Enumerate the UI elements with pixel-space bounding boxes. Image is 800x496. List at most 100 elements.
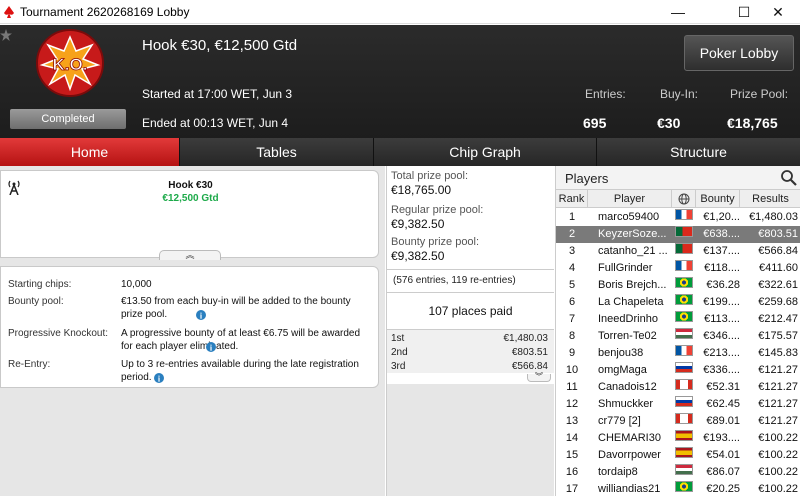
chevron-up-icon: ︽ bbox=[185, 250, 195, 260]
player-result: €212.47 bbox=[758, 313, 798, 325]
player-result: €121.27 bbox=[758, 381, 798, 393]
player-row[interactable]: 6 La Chapeleta €199.... €259.68 bbox=[556, 294, 800, 311]
player-rank: 9 bbox=[568, 347, 576, 359]
country-flag-icon bbox=[675, 430, 693, 441]
player-result: €259.68 bbox=[758, 296, 798, 308]
info-icon[interactable]: i bbox=[196, 310, 206, 320]
total-prize-label: Total prize pool: bbox=[391, 170, 469, 182]
card-guarantee: €12,500 Gtd bbox=[162, 193, 219, 204]
column-rank[interactable]: Rank bbox=[556, 190, 588, 208]
player-rank: 5 bbox=[568, 279, 576, 291]
country-flag-icon bbox=[675, 294, 693, 305]
player-bounty: €118.... bbox=[704, 262, 740, 274]
player-bounty: €1,20... bbox=[703, 211, 740, 223]
expand-payouts-button[interactable]: ︾ bbox=[527, 373, 551, 382]
player-name: williandias21 bbox=[598, 483, 661, 495]
player-bounty: €86.07 bbox=[706, 466, 740, 478]
window-title: Tournament 2620268169 Lobby bbox=[20, 5, 190, 19]
player-bounty: €89.01 bbox=[706, 415, 740, 427]
player-bounty: €36.28 bbox=[706, 279, 740, 291]
payout-place: 1st bbox=[391, 333, 405, 344]
player-row[interactable]: 14 CHEMARI30 €193.... €100.22 bbox=[556, 430, 800, 447]
player-row[interactable]: 7 IneedDrinho €113.... €212.47 bbox=[556, 311, 800, 328]
player-result: €121.27 bbox=[758, 415, 798, 427]
player-result: €100.22 bbox=[758, 466, 798, 478]
player-name: marco59400 bbox=[598, 211, 660, 223]
tab-structure[interactable]: Structure bbox=[597, 138, 800, 166]
column-country[interactable] bbox=[672, 190, 696, 208]
payout-amount: €1,480.03 bbox=[503, 333, 549, 344]
prizepool-value: €18,765 bbox=[727, 115, 778, 131]
player-result: €1,480.03 bbox=[749, 211, 798, 223]
column-results[interactable]: Results bbox=[740, 190, 800, 208]
player-bounty: €213.... bbox=[703, 347, 740, 359]
bounty-pool-label: Bounty pool: bbox=[8, 296, 64, 307]
close-button[interactable]: ✕ bbox=[756, 0, 800, 24]
player-rank: 4 bbox=[568, 262, 576, 274]
logo-text: K.O. bbox=[53, 55, 88, 74]
collapse-button[interactable]: ︽ bbox=[159, 250, 221, 260]
player-name: KeyzerSoze... bbox=[598, 228, 667, 240]
player-rank: 15 bbox=[565, 449, 579, 461]
player-name: Boris Brejch... bbox=[598, 279, 667, 291]
payout-amount: €566.84 bbox=[511, 361, 548, 372]
info-icon[interactable]: i bbox=[154, 373, 164, 383]
player-rank: 2 bbox=[568, 228, 576, 240]
entries-value: 695 bbox=[583, 115, 607, 131]
starting-chips-value: 10,000 bbox=[121, 279, 152, 290]
player-name: catanho_21 ... bbox=[598, 245, 668, 257]
globe-icon bbox=[678, 193, 689, 205]
column-player[interactable]: Player bbox=[588, 190, 672, 208]
player-row[interactable]: 2 KeyzerSoze... €638.... €803.51 bbox=[556, 226, 800, 243]
country-flag-icon bbox=[675, 277, 693, 288]
player-row[interactable]: 17 williandias21 €20.25 €100.22 bbox=[556, 481, 800, 496]
search-icon[interactable] bbox=[780, 169, 798, 187]
pko-label: Progressive Knockout: bbox=[8, 328, 109, 339]
player-row[interactable]: 12 Shmuckker €62.45 €121.27 bbox=[556, 396, 800, 413]
star-icon[interactable] bbox=[0, 29, 12, 41]
player-row[interactable]: 4 FullGrinder €118.... €411.60 bbox=[556, 260, 800, 277]
status-badge: Completed bbox=[10, 109, 126, 129]
card-title: Hook €30 bbox=[168, 180, 213, 191]
regular-prize-value: €9,382.50 bbox=[391, 217, 445, 231]
player-row[interactable]: 3 catanho_21 ... €137.... €566.84 bbox=[556, 243, 800, 260]
player-row[interactable]: 5 Boris Brejch... €36.28 €322.61 bbox=[556, 277, 800, 294]
payout-place: 3rd bbox=[391, 361, 406, 372]
prizepool-label: Prize Pool: bbox=[730, 87, 789, 101]
player-name: Canadois12 bbox=[598, 381, 657, 393]
minimize-button[interactable]: — bbox=[656, 0, 700, 24]
player-rank: 1 bbox=[568, 211, 576, 223]
players-title: Players bbox=[565, 171, 609, 186]
payout-place: 2nd bbox=[391, 347, 408, 358]
country-flag-icon bbox=[675, 243, 693, 254]
player-row[interactable]: 9 benjou38 €213.... €145.83 bbox=[556, 345, 800, 362]
player-row[interactable]: 10 omgMaga €336.... €121.27 bbox=[556, 362, 800, 379]
player-result: €100.22 bbox=[758, 483, 798, 495]
player-name: tordaip8 bbox=[598, 466, 638, 478]
buyin-label: Buy-In: bbox=[660, 87, 699, 101]
country-flag-icon bbox=[675, 328, 693, 339]
player-rank: 13 bbox=[565, 415, 579, 427]
player-row[interactable]: 15 Davorrpower €54.01 €100.22 bbox=[556, 447, 800, 464]
country-flag-icon bbox=[675, 396, 693, 407]
player-row[interactable]: 8 Torren-Te02 €346.... €175.57 bbox=[556, 328, 800, 345]
tab-tables[interactable]: Tables bbox=[180, 138, 374, 166]
bounty-prize-value: €9,382.50 bbox=[391, 249, 445, 263]
window-titlebar: Tournament 2620268169 Lobby — ☐ ✕ bbox=[0, 0, 800, 24]
payout-amount: €803.51 bbox=[511, 347, 548, 358]
ko-logo: K.O. bbox=[36, 29, 104, 97]
tab-chip-graph[interactable]: Chip Graph bbox=[374, 138, 597, 166]
player-bounty: €346.... bbox=[703, 330, 740, 342]
info-icon[interactable]: i bbox=[206, 342, 216, 352]
poker-lobby-button[interactable]: Poker Lobby bbox=[684, 35, 794, 71]
player-result: €121.27 bbox=[758, 398, 798, 410]
player-row[interactable]: 13 cr779 [2] €89.01 €121.27 bbox=[556, 413, 800, 430]
end-time: Ended at 00:13 WET, Jun 4 bbox=[142, 116, 289, 130]
column-bounty[interactable]: Bounty bbox=[696, 190, 740, 208]
tab-home[interactable]: Home bbox=[0, 138, 180, 166]
tournament-summary-card: Hook €30 €12,500 Gtd ︽ bbox=[0, 170, 379, 260]
player-row[interactable]: 11 Canadois12 €52.31 €121.27 bbox=[556, 379, 800, 396]
player-name: Torren-Te02 bbox=[598, 330, 657, 342]
player-row[interactable]: 16 tordaip8 €86.07 €100.22 bbox=[556, 464, 800, 481]
player-row[interactable]: 1 marco59400 €1,20... €1,480.03 bbox=[556, 209, 800, 226]
